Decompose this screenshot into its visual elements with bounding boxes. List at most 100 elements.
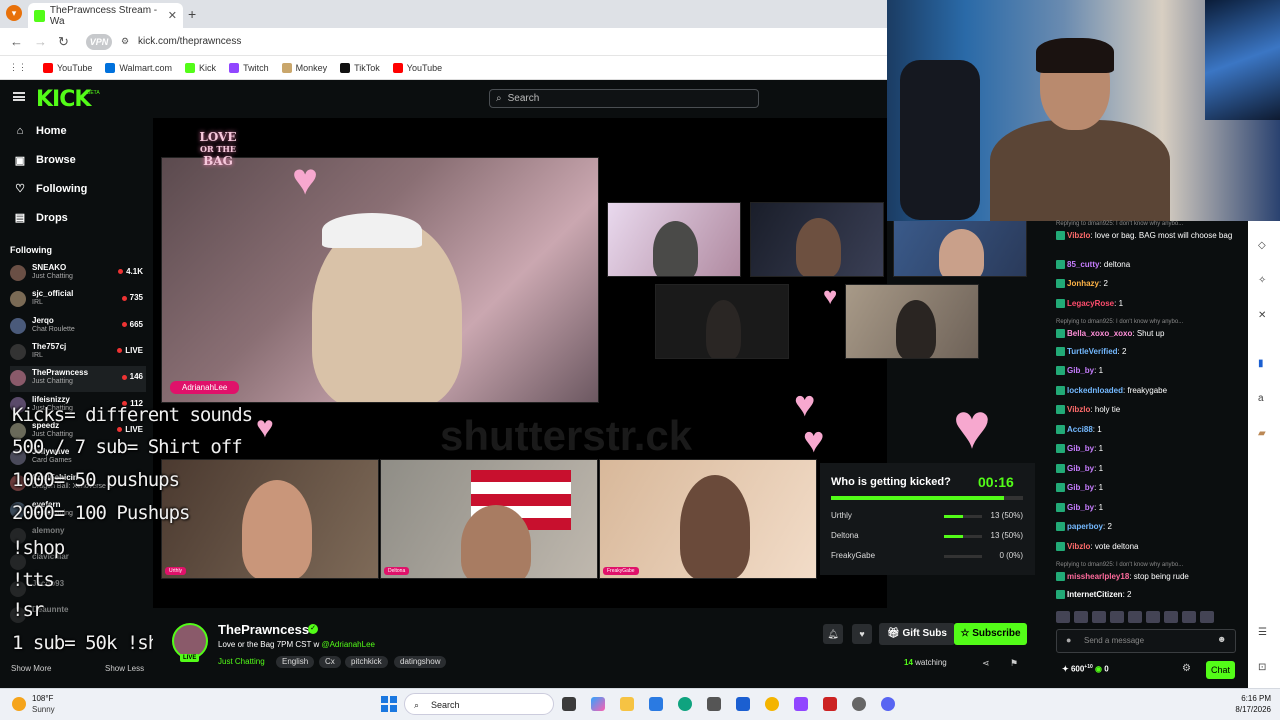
- chat-username[interactable]: misshearlpley18: [1067, 572, 1129, 581]
- edge-icon[interactable]: [678, 697, 692, 711]
- chat-username[interactable]: Bella_xoxo_xoxo: [1067, 329, 1132, 338]
- copilot-icon[interactable]: [591, 697, 605, 711]
- task-view-icon[interactable]: [562, 697, 576, 711]
- gift-subs-button[interactable]: 🎁︎ Gift Subs: [879, 623, 955, 645]
- app-icon[interactable]: [823, 697, 837, 711]
- chat-username[interactable]: lockednloaded: [1067, 386, 1123, 395]
- category-link[interactable]: Just Chatting: [218, 657, 265, 666]
- chat-text: love or bag. BAG most will choose bag: [1094, 231, 1233, 240]
- browser-tab[interactable]: ThePrawncess Stream - Wa ✕: [28, 3, 183, 28]
- puzzle-icon[interactable]: ✧: [1258, 275, 1266, 286]
- report-icon[interactable]: ⚑: [1010, 658, 1018, 669]
- followed-channel[interactable]: Jerqo Chat Roulette 665: [10, 314, 146, 340]
- reload-icon[interactable]: ↻: [58, 34, 69, 50]
- file-explorer-icon[interactable]: [620, 697, 634, 711]
- url-field[interactable]: kick.com/theprawncess: [138, 36, 241, 47]
- mention-link[interactable]: @AdrianahLee: [321, 640, 375, 649]
- app-icon[interactable]: [707, 697, 721, 711]
- chat-username[interactable]: Gib_by: [1067, 366, 1094, 375]
- tag[interactable]: Cx: [319, 656, 341, 668]
- back-icon[interactable]: ←: [10, 34, 23, 49]
- emote-row[interactable]: [1056, 610, 1236, 624]
- weather-sun-icon[interactable]: [12, 697, 26, 711]
- poll-option-votes: 13 (50%): [990, 531, 1023, 540]
- chat-username[interactable]: Acci88: [1067, 425, 1093, 434]
- followed-channel[interactable]: The757cj IRL LIVE: [10, 340, 146, 366]
- nav-item-drops[interactable]: ▤ Drops: [14, 211, 68, 225]
- bookmark-item[interactable]: Walmart.com: [105, 62, 172, 73]
- forward-icon[interactable]: →: [34, 34, 47, 49]
- new-tab-button[interactable]: +: [188, 6, 196, 22]
- bookmark-item[interactable]: YouTube: [43, 62, 92, 73]
- chat-send-button[interactable]: Chat: [1206, 661, 1235, 679]
- tag[interactable]: datingshow: [394, 656, 447, 668]
- clock[interactable]: 6:16 PM 8/17/2026: [1206, 693, 1271, 715]
- chat-username[interactable]: Gib_by: [1067, 464, 1094, 473]
- taskbar-search[interactable]: ⌕ Search: [404, 693, 554, 715]
- followed-channel[interactable]: ThePrawncess Just Chatting 146: [10, 366, 146, 393]
- chat-username[interactable]: Vibzlo: [1067, 542, 1090, 551]
- chat-username[interactable]: Jonhazy: [1067, 279, 1099, 288]
- chat-username[interactable]: Gib_by: [1067, 483, 1094, 492]
- bing-icon[interactable]: ▮: [1258, 358, 1264, 369]
- notification-bell-icon[interactable]: 🔔︎: [823, 624, 843, 644]
- bookmark-item[interactable]: Twitch: [229, 62, 269, 73]
- nav-item-browse[interactable]: ▣ Browse: [14, 154, 76, 167]
- chat-text: freakygabe: [1127, 385, 1168, 395]
- chat-username[interactable]: Gib_by: [1067, 503, 1094, 512]
- windows-start-icon[interactable]: [381, 696, 397, 712]
- poll-option-name: Deltona: [831, 531, 859, 540]
- twitch-icon[interactable]: [794, 697, 808, 711]
- app-icon[interactable]: [736, 697, 750, 711]
- settings-icon[interactable]: [852, 697, 866, 711]
- follow-heart-icon[interactable]: ♥: [852, 624, 872, 644]
- sidebar-settings-icon[interactable]: ☰: [1258, 627, 1267, 638]
- show-more-button[interactable]: Show More: [11, 664, 51, 673]
- bookmark-item[interactable]: Monkey: [281, 62, 327, 73]
- weather-temp[interactable]: 108°F: [32, 694, 53, 703]
- chat-username[interactable]: TurtleVerified: [1067, 347, 1118, 356]
- chat-username[interactable]: InternetCitizen: [1067, 590, 1123, 599]
- close-tab-icon[interactable]: ✕: [168, 9, 177, 22]
- subscribe-button[interactable]: ☆ Subscribe: [954, 623, 1027, 645]
- shopping-icon[interactable]: ▰: [1258, 428, 1266, 439]
- discord-icon[interactable]: [881, 697, 895, 711]
- chat-badge-icon[interactable]: ●: [1066, 635, 1071, 645]
- tag[interactable]: pitchkick: [345, 656, 388, 668]
- chat-username[interactable]: 85_cutty: [1067, 260, 1099, 269]
- emoji-icon[interactable]: ☻: [1217, 634, 1226, 644]
- bookmark-item[interactable]: Kick: [185, 62, 216, 73]
- chat-username[interactable]: Vibzlo: [1067, 231, 1090, 240]
- search-input[interactable]: ⌕ Search: [489, 89, 759, 108]
- nav-item-following[interactable]: ♡ Following: [14, 182, 87, 196]
- sidebar-expand-icon[interactable]: ⊡: [1258, 662, 1266, 673]
- chat-username[interactable]: Vibzlo: [1067, 405, 1090, 414]
- amazon-icon[interactable]: a: [1258, 393, 1264, 404]
- tag[interactable]: English: [276, 656, 315, 668]
- chat-username[interactable]: LegacyRose: [1067, 299, 1114, 308]
- chat-username[interactable]: Gib_by: [1067, 444, 1094, 453]
- channel-points[interactable]: ✦ 600+10 ◉ 0: [1062, 664, 1109, 674]
- kick-logo[interactable]: KICK: [36, 87, 91, 112]
- apps-icon[interactable]: ⋮⋮: [9, 62, 27, 73]
- channel-name[interactable]: ThePrawncess: [218, 622, 309, 637]
- subscriber-badge-icon: [1056, 329, 1065, 339]
- show-less-button[interactable]: Show Less: [105, 664, 144, 673]
- chat-settings-icon[interactable]: ⚙: [1182, 663, 1191, 674]
- store-icon[interactable]: [649, 697, 663, 711]
- chat-input[interactable]: Send a message: [1056, 629, 1236, 653]
- menu-icon[interactable]: [13, 92, 25, 101]
- chrome-icon[interactable]: [765, 697, 779, 711]
- site-settings-icon[interactable]: ⚙: [121, 36, 129, 47]
- bookmark-item[interactable]: YouTube: [392, 62, 442, 73]
- vpn-button[interactable]: VPN: [86, 34, 112, 50]
- followed-channel[interactable]: SNEAKO Just Chatting 4.1K: [10, 261, 146, 287]
- share-icon[interactable]: ⋖: [982, 658, 990, 669]
- nav-item-home[interactable]: ⌂ Home: [14, 125, 67, 137]
- chat-username[interactable]: paperboy: [1067, 522, 1103, 531]
- tools-icon[interactable]: ✕: [1258, 310, 1266, 321]
- browser-menu-icon[interactable]: ▾: [6, 5, 22, 21]
- followed-channel[interactable]: sjc_official IRL 735: [10, 287, 146, 313]
- bookmark-item[interactable]: TikTok: [340, 62, 380, 73]
- tag-icon[interactable]: ◇: [1258, 240, 1266, 251]
